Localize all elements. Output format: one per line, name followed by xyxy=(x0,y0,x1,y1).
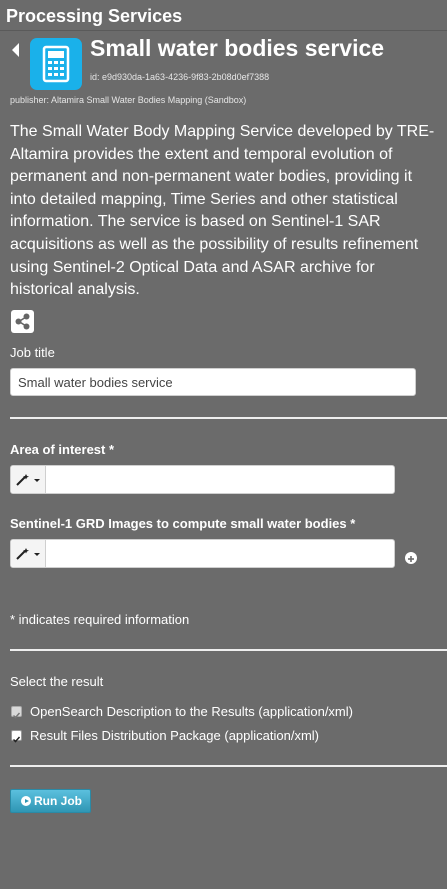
calculator-icon xyxy=(30,38,82,90)
s1-tool-dropdown[interactable] xyxy=(11,540,46,567)
result-checkbox-distribution[interactable] xyxy=(11,730,22,743)
magic-wand-icon xyxy=(16,548,40,560)
job-title-input[interactable] xyxy=(10,368,416,396)
result-label-opensearch: OpenSearch Description to the Results (a… xyxy=(30,704,353,719)
s1-label: Sentinel-1 GRD Images to compute small w… xyxy=(10,516,356,531)
job-title-label: Job title xyxy=(10,345,55,360)
magic-wand-icon xyxy=(16,474,40,486)
result-checkbox-opensearch[interactable] xyxy=(11,706,22,719)
play-circle-icon xyxy=(21,796,31,806)
s1-field-group xyxy=(10,539,395,568)
panel-header: Processing Services xyxy=(0,0,447,31)
aoi-label: Area of interest * xyxy=(10,442,115,457)
checkmark-icon xyxy=(12,712,21,719)
run-job-button[interactable]: Run Job xyxy=(10,789,91,813)
share-button[interactable] xyxy=(11,310,34,333)
service-publisher: publisher: Altamira Small Water Bodies M… xyxy=(10,95,247,105)
run-job-label: Run Job xyxy=(34,794,82,808)
add-input-button[interactable] xyxy=(405,552,417,564)
result-label-distribution: Result Files Distribution Package (appli… xyxy=(30,728,320,743)
back-arrow-icon[interactable] xyxy=(9,42,23,58)
divider xyxy=(10,649,447,651)
divider xyxy=(10,417,447,419)
service-id: id: e9d930da-1a63-4236-9f83-2b08d0ef7388 xyxy=(90,72,270,82)
select-result-label: Select the result xyxy=(10,674,104,689)
plus-icon xyxy=(408,556,414,562)
aoi-input[interactable] xyxy=(46,466,394,493)
share-icon xyxy=(15,313,30,330)
aoi-field-group xyxy=(10,465,395,494)
required-note: * indicates required information xyxy=(10,612,190,627)
aoi-tool-dropdown[interactable] xyxy=(11,466,46,493)
service-description: The Small Water Body Mapping Service dev… xyxy=(10,123,435,299)
panel-title: Processing Services xyxy=(6,6,183,26)
divider xyxy=(10,765,447,767)
checkmark-icon xyxy=(12,736,21,743)
s1-input[interactable] xyxy=(46,540,394,567)
service-title: Small water bodies service xyxy=(90,35,385,61)
